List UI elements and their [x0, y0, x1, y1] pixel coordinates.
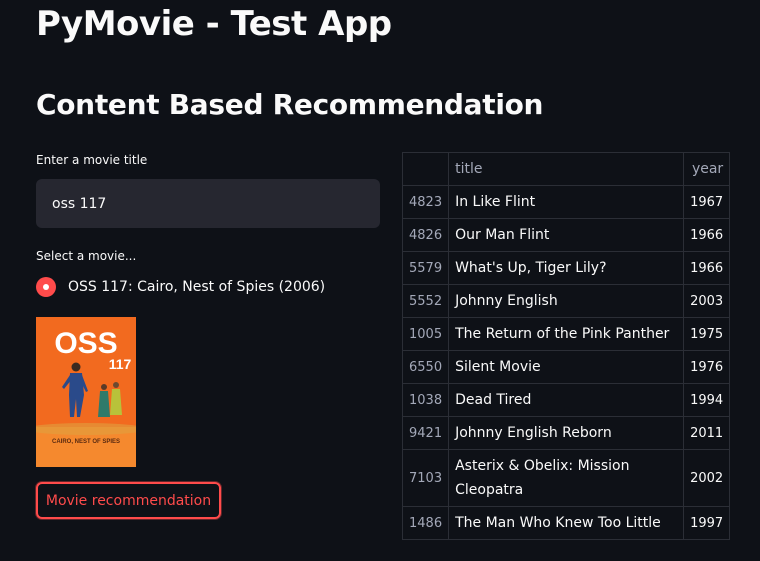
table-row: 4823 In Like Flint 1967	[401, 185, 731, 219]
row-title: Johnny English Reborn	[448, 416, 685, 450]
row-index: 9421	[401, 416, 450, 450]
table-row: 5552 Johnny English 2003	[401, 284, 731, 318]
table-row: 6550 Silent Movie 1976	[401, 350, 731, 384]
row-title: The Man Who Knew Too Little	[448, 506, 685, 540]
row-year: 1966	[683, 251, 731, 285]
table-header-row: title year	[401, 152, 731, 186]
row-index: 5579	[401, 251, 450, 285]
movie-option-label: OSS 117: Cairo, Nest of Spies (2006)	[68, 279, 326, 295]
movie-title-label: Enter a movie title	[36, 153, 148, 167]
table-row: 1005 The Return of the Pink Panther 1975	[401, 317, 731, 351]
column-header-index[interactable]	[401, 152, 450, 186]
row-year: 1975	[683, 317, 731, 351]
row-title: In Like Flint	[448, 185, 685, 219]
table-row: 7103 Asterix & Obelix: Mission Cleopatra…	[401, 449, 731, 507]
poster-image: OSS 117 CAIRO, NEST OF SPIES	[36, 317, 136, 467]
movie-poster: OSS 117 CAIRO, NEST OF SPIES	[36, 317, 136, 467]
poster-tagline: CAIRO, NEST OF SPIES	[52, 439, 120, 445]
table-row: 5579 What's Up, Tiger Lily? 1966	[401, 251, 731, 285]
table-row: 1486 The Man Who Knew Too Little 1997	[401, 506, 731, 540]
column-header-year[interactable]: year	[683, 152, 731, 186]
row-index: 4826	[401, 218, 450, 252]
row-title: Johnny English	[448, 284, 685, 318]
poster-logo-number: 117	[109, 356, 132, 372]
row-title: Asterix & Obelix: Mission Cleopatra	[448, 449, 685, 507]
table-row: 9421 Johnny English Reborn 2011	[401, 416, 731, 450]
row-year: 1976	[683, 350, 731, 384]
row-year: 1997	[683, 506, 731, 540]
app-title: PyMovie - Test App	[36, 4, 392, 44]
table-row: 1038 Dead Tired 1994	[401, 383, 731, 417]
column-header-title[interactable]: title	[448, 152, 685, 186]
radio-selected-icon[interactable]	[36, 277, 56, 297]
row-year: 2002	[683, 449, 731, 507]
row-year: 1967	[683, 185, 731, 219]
section-title: Content Based Recommendation	[36, 88, 544, 121]
row-title: Our Man Flint	[448, 218, 685, 252]
row-title: The Return of the Pink Panther	[448, 317, 685, 351]
row-index: 5552	[401, 284, 450, 318]
movie-recommendation-button[interactable]: Movie recommendation	[36, 482, 221, 519]
recommendation-table: title year 4823 In Like Flint 1967 4826 …	[401, 152, 731, 540]
row-index: 7103	[401, 449, 450, 507]
table-row: 4826 Our Man Flint 1966	[401, 218, 731, 252]
row-index: 6550	[401, 350, 450, 384]
row-title: Dead Tired	[448, 383, 685, 417]
row-title: What's Up, Tiger Lily?	[448, 251, 685, 285]
select-movie-label: Select a movie...	[36, 249, 137, 263]
row-year: 2003	[683, 284, 731, 318]
movie-title-input[interactable]	[36, 179, 380, 228]
row-year: 1994	[683, 383, 731, 417]
row-title: Silent Movie	[448, 350, 685, 384]
row-index: 1486	[401, 506, 450, 540]
row-index: 1005	[401, 317, 450, 351]
row-index: 4823	[401, 185, 450, 219]
row-year: 2011	[683, 416, 731, 450]
movie-radio-option[interactable]: OSS 117: Cairo, Nest of Spies (2006)	[36, 277, 325, 297]
row-index: 1038	[401, 383, 450, 417]
row-year: 1966	[683, 218, 731, 252]
